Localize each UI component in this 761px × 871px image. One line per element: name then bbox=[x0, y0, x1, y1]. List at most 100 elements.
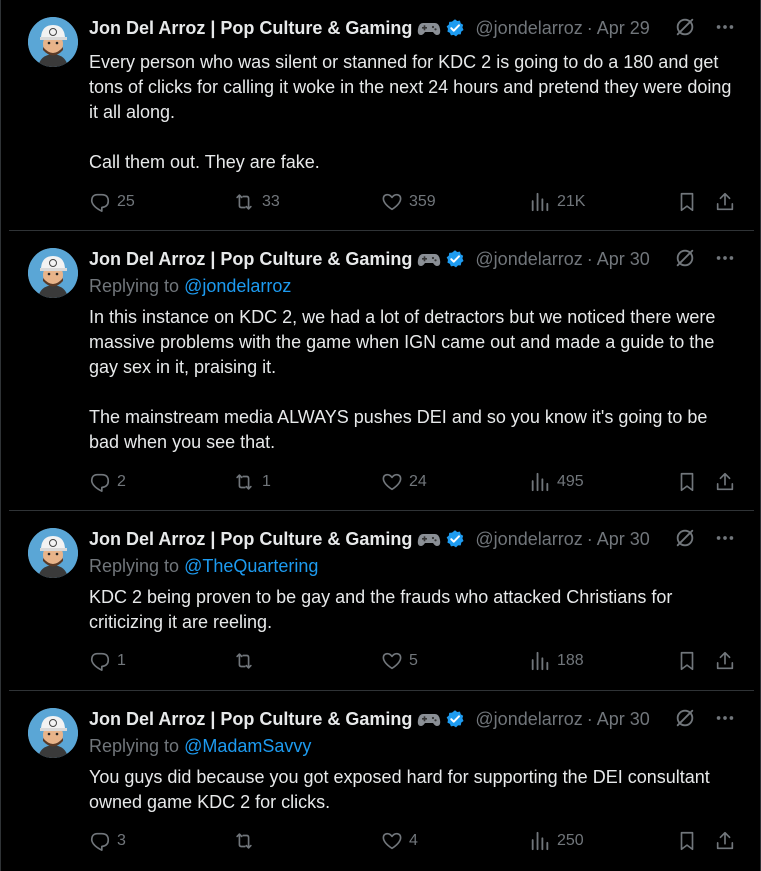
verified-badge-icon[interactable] bbox=[445, 709, 465, 729]
author-handle[interactable]: @jondelarroz bbox=[475, 249, 582, 270]
bookmark-button[interactable] bbox=[676, 191, 698, 213]
tweet[interactable]: Jon Del Arroz | Pop Culture & Gaming @jo… bbox=[9, 0, 754, 231]
author-name[interactable]: Jon Del Arroz | Pop Culture & Gaming bbox=[89, 18, 412, 39]
views-button[interactable]: 188 bbox=[529, 650, 584, 672]
reply-count: 25 bbox=[117, 193, 135, 210]
repost-button[interactable]: 33 bbox=[232, 191, 280, 213]
grok-icon[interactable] bbox=[674, 527, 696, 554]
separator-dot: · bbox=[586, 708, 593, 729]
tweet-date[interactable]: Apr 30 bbox=[597, 529, 650, 550]
more-options-icon[interactable] bbox=[714, 16, 736, 43]
separator-dot: · bbox=[586, 248, 593, 269]
share-button[interactable] bbox=[714, 191, 736, 213]
views-button[interactable]: 495 bbox=[529, 471, 584, 493]
tweet-text-content: In this instance on KDC 2, we had a lot … bbox=[89, 307, 716, 452]
tweet-date[interactable]: Apr 30 bbox=[597, 249, 650, 270]
tweet-text: In this instance on KDC 2, we had a lot … bbox=[89, 305, 739, 455]
reply-button[interactable]: 25 bbox=[89, 191, 135, 213]
avatar[interactable] bbox=[28, 528, 78, 578]
replying-to: Replying to @MadamSavvy bbox=[89, 736, 311, 757]
tweet-top-actions bbox=[674, 247, 736, 274]
like-button[interactable]: 5 bbox=[381, 650, 418, 672]
reply-mention-link[interactable]: @jondelarroz bbox=[184, 276, 291, 296]
game-controller-icon bbox=[417, 19, 441, 37]
more-options-icon[interactable] bbox=[714, 527, 736, 554]
tweet-date[interactable]: Apr 30 bbox=[597, 709, 650, 730]
author-handle[interactable]: @jondelarroz bbox=[475, 529, 582, 550]
repost-button[interactable]: 1 bbox=[232, 471, 271, 493]
tweet-header: Jon Del Arroz | Pop Culture & Gaming @jo… bbox=[89, 527, 650, 551]
author-name[interactable]: Jon Del Arroz | Pop Culture & Gaming bbox=[89, 249, 412, 270]
grok-icon[interactable] bbox=[674, 707, 696, 734]
tweet[interactable]: Jon Del Arroz | Pop Culture & Gaming @jo… bbox=[9, 511, 754, 691]
bookmark-button[interactable] bbox=[676, 471, 698, 493]
bookmark-button[interactable] bbox=[676, 830, 698, 852]
views-button[interactable]: 21K bbox=[529, 191, 585, 213]
repost-button[interactable] bbox=[232, 830, 262, 852]
game-controller-icon bbox=[417, 710, 441, 728]
tweet-text-content: Every person who was silent or stanned f… bbox=[89, 52, 732, 172]
like-button[interactable]: 24 bbox=[381, 471, 427, 493]
reply-button[interactable]: 2 bbox=[89, 471, 126, 493]
repost-count: 1 bbox=[262, 473, 271, 490]
verified-badge-icon[interactable] bbox=[445, 529, 465, 549]
view-count: 21K bbox=[557, 193, 586, 210]
verified-badge-icon[interactable] bbox=[445, 249, 465, 269]
game-controller-icon bbox=[417, 250, 441, 268]
tweet-top-actions bbox=[674, 527, 736, 554]
tweet[interactable]: Jon Del Arroz | Pop Culture & Gaming @jo… bbox=[9, 691, 754, 871]
author-name[interactable]: Jon Del Arroz | Pop Culture & Gaming bbox=[89, 709, 412, 730]
more-options-icon[interactable] bbox=[714, 247, 736, 274]
reply-mention-link[interactable]: @MadamSavvy bbox=[184, 736, 311, 756]
view-count: 250 bbox=[557, 832, 584, 849]
reply-button[interactable]: 3 bbox=[89, 830, 126, 852]
replying-to: Replying to @TheQuartering bbox=[89, 556, 318, 577]
like-count: 359 bbox=[409, 193, 436, 210]
tweet-date[interactable]: Apr 29 bbox=[597, 18, 650, 39]
tweet-text-content: You guys did because you got exposed har… bbox=[89, 767, 715, 812]
share-button[interactable] bbox=[714, 650, 736, 672]
author-handle[interactable]: @jondelarroz bbox=[475, 709, 582, 730]
replying-to-label: Replying to bbox=[89, 736, 185, 756]
tweet[interactable]: Jon Del Arroz | Pop Culture & Gaming @jo… bbox=[9, 231, 754, 511]
tweet-text: KDC 2 being proven to be gay and the fra… bbox=[89, 585, 739, 635]
reply-count: 3 bbox=[117, 832, 126, 849]
avatar[interactable] bbox=[28, 248, 78, 298]
tweet-text-content: KDC 2 being proven to be gay and the fra… bbox=[89, 587, 678, 632]
bookmark-button[interactable] bbox=[676, 650, 698, 672]
replying-to: Replying to @jondelarroz bbox=[89, 276, 291, 297]
verified-badge-icon[interactable] bbox=[445, 18, 465, 38]
tweet-header: Jon Del Arroz | Pop Culture & Gaming @jo… bbox=[89, 247, 650, 271]
reply-mention-link[interactable]: @TheQuartering bbox=[184, 556, 318, 576]
like-count: 24 bbox=[409, 473, 427, 490]
share-button[interactable] bbox=[714, 471, 736, 493]
avatar[interactable] bbox=[28, 708, 78, 758]
view-count: 188 bbox=[557, 652, 584, 669]
repost-count: 33 bbox=[262, 193, 280, 210]
tweet-top-actions bbox=[674, 707, 736, 734]
grok-icon[interactable] bbox=[674, 247, 696, 274]
separator-dot: · bbox=[586, 528, 593, 549]
game-controller-icon bbox=[417, 530, 441, 548]
grok-icon[interactable] bbox=[674, 16, 696, 43]
like-button[interactable]: 4 bbox=[381, 830, 418, 852]
more-options-icon[interactable] bbox=[714, 707, 736, 734]
replying-to-label: Replying to bbox=[89, 556, 185, 576]
share-button[interactable] bbox=[714, 830, 736, 852]
views-button[interactable]: 250 bbox=[529, 830, 584, 852]
tweet-actions: 2 1 24 495 bbox=[89, 471, 739, 495]
author-handle[interactable]: @jondelarroz bbox=[475, 18, 582, 39]
tweet-header: Jon Del Arroz | Pop Culture & Gaming @jo… bbox=[89, 707, 650, 731]
reply-button[interactable]: 1 bbox=[89, 650, 126, 672]
view-count: 495 bbox=[557, 473, 584, 490]
reply-count: 1 bbox=[117, 652, 126, 669]
tweet-text: You guys did because you got exposed har… bbox=[89, 765, 739, 815]
tweet-actions: 3 4 250 bbox=[89, 830, 739, 854]
avatar[interactable] bbox=[28, 17, 78, 67]
like-button[interactable]: 359 bbox=[381, 191, 436, 213]
tweet-actions: 25 33 359 21K bbox=[89, 191, 739, 215]
tweet-header: Jon Del Arroz | Pop Culture & Gaming @jo… bbox=[89, 16, 650, 40]
repost-button[interactable] bbox=[232, 650, 262, 672]
author-name[interactable]: Jon Del Arroz | Pop Culture & Gaming bbox=[89, 529, 412, 550]
separator-dot: · bbox=[586, 17, 593, 38]
